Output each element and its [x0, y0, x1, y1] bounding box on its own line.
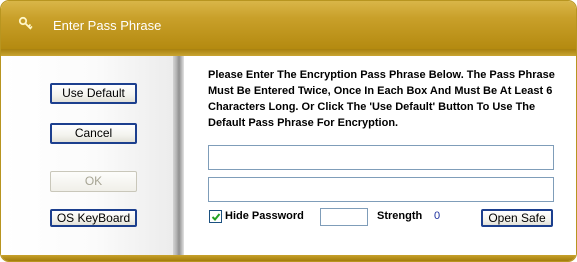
checkmark-icon	[211, 213, 221, 221]
ok-button[interactable]: OK	[50, 171, 137, 192]
instructions-text: Please Enter The Encryption Pass Phrase …	[208, 69, 555, 129]
hide-password-label[interactable]: Hide Password	[225, 210, 304, 222]
strength-box[interactable]	[320, 208, 368, 226]
title-bar: Enter Pass Phrase	[1, 1, 576, 49]
bottom-border	[1, 255, 576, 261]
panel-divider	[173, 56, 184, 255]
cancel-button[interactable]: Cancel	[50, 123, 137, 144]
strength-value: 0	[434, 210, 441, 222]
dialog-title: Enter Pass Phrase	[53, 18, 162, 33]
title-underline	[1, 49, 576, 56]
hide-password-checkbox[interactable]	[209, 210, 222, 223]
key-icon	[18, 16, 34, 32]
confirm-pass-phrase-input[interactable]	[208, 177, 554, 202]
os-keyboard-button[interactable]: OS KeyBoard	[50, 209, 137, 227]
pass-phrase-dialog: Enter Pass Phrase Use Default Cancel OK …	[0, 0, 577, 262]
strength-label: Strength	[377, 210, 423, 222]
use-default-button[interactable]: Use Default	[50, 83, 137, 104]
pass-phrase-input[interactable]	[208, 145, 554, 170]
open-safe-button[interactable]: Open Safe	[481, 209, 553, 227]
